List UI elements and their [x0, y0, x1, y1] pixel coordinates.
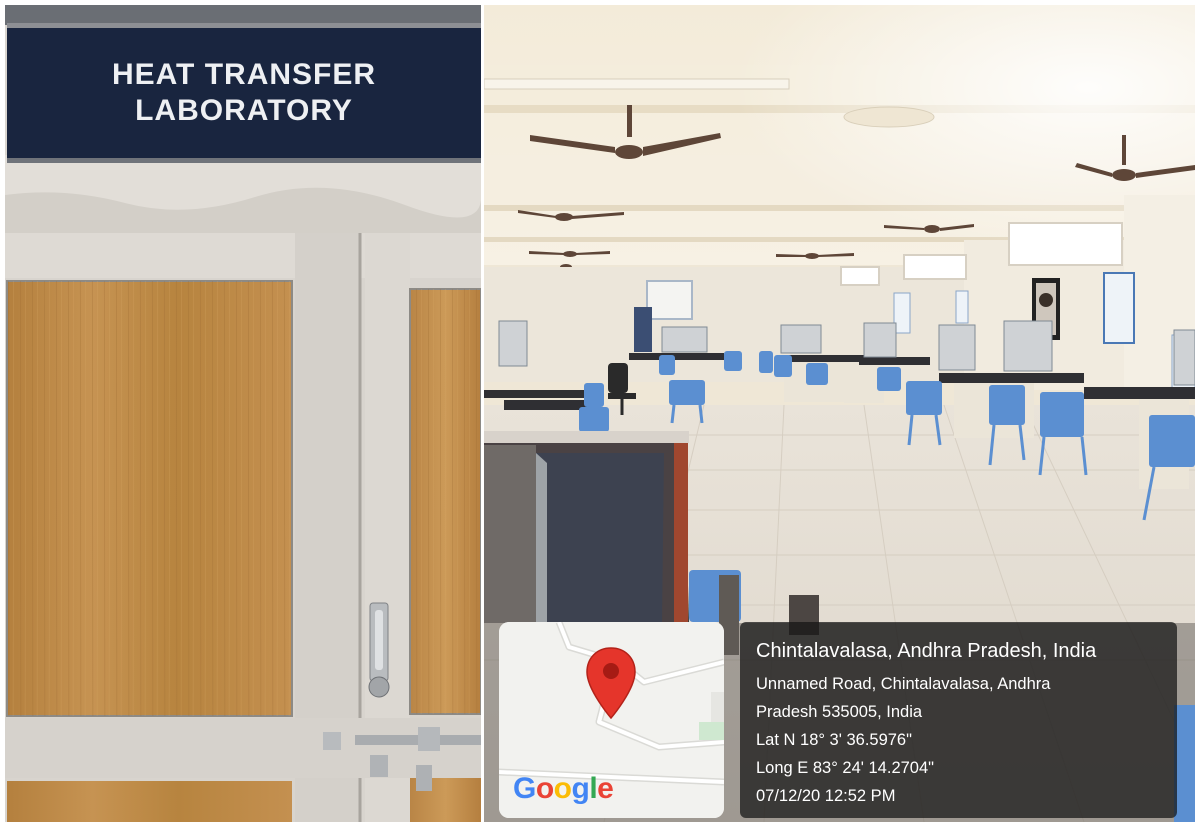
timestamp: 07/12/20 12:52 PM — [756, 787, 896, 805]
address-line-2: Pradesh 535005, India — [756, 703, 923, 721]
lab-name-sign: HEAT TRANSFER LABORATORY — [7, 23, 481, 163]
google-logo: Google — [513, 772, 614, 805]
geotag-overlay: Google Chintalavalasa, Andhra Pradesh, I… — [499, 622, 1177, 818]
door-photo: HEAT TRANSFER LABORATORY — [5, 5, 481, 822]
sign-line-1: HEAT TRANSFER — [111, 58, 377, 91]
place-name: Chintalavalasa, Andhra Pradesh, India — [756, 640, 1097, 662]
location-info-box: Chintalavalasa, Andhra Pradesh, India Un… — [740, 622, 1177, 818]
latitude: Lat N 18° 3' 36.5976" — [756, 731, 912, 749]
address-line-1: Unnamed Road, Chintalavalasa, Andhra — [756, 675, 1051, 693]
map-thumbnail[interactable]: Google — [499, 622, 724, 818]
longitude: Long E 83° 24' 14.2704" — [756, 759, 935, 777]
lab-interior-photo: Google Chintalavalasa, Andhra Pradesh, I… — [484, 5, 1195, 822]
map-pin-icon — [586, 647, 636, 720]
sign-line-2: LABORATORY — [135, 94, 353, 127]
